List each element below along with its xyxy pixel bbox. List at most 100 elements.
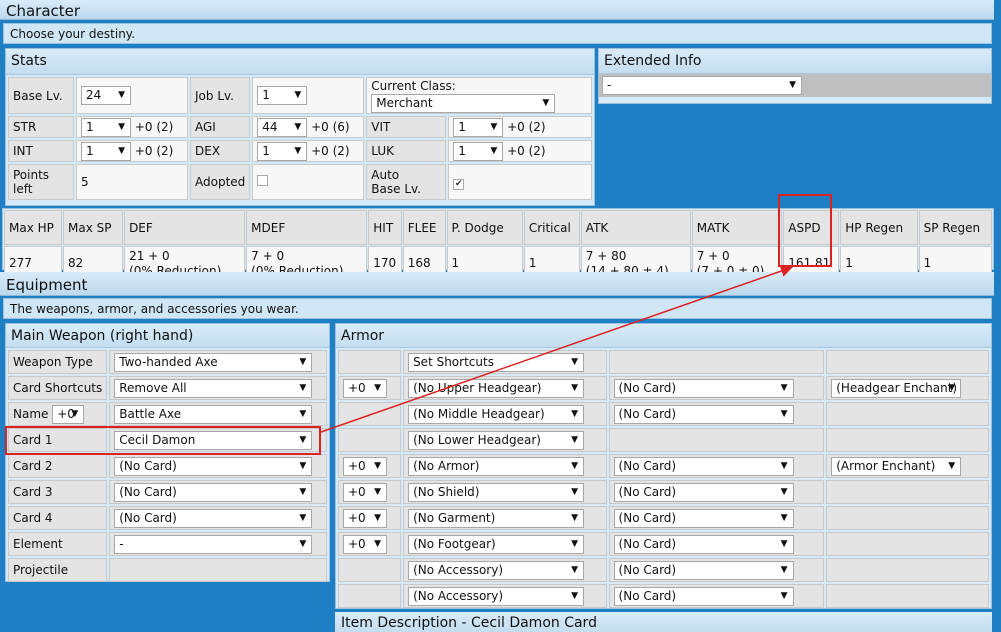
armor-item-select[interactable]: Set Shortcuts ▼ [408, 352, 585, 372]
weapon-row-element: Element - ▼ [8, 532, 327, 556]
chevron-down-icon: ▼ [571, 356, 579, 367]
base-lv-label: Base Lv. [8, 77, 74, 114]
equipment-header: Equipment [0, 272, 994, 296]
armor-enchant-select[interactable]: (Headgear Enchant) ▼ [831, 378, 962, 398]
armor-enchant-select[interactable]: (Armor Enchant) ▼ [831, 456, 962, 476]
chevron-down-icon: ▼ [789, 80, 796, 90]
luk-select[interactable]: 1 ▼ [453, 141, 504, 161]
character-subtitle: Choose your destiny. [3, 23, 992, 44]
job-lv-label: Job Lv. [190, 77, 251, 114]
armor-table: Set Shortcuts ▼ +0 ▼ (No Upper Headgear) ▼ (No… [336, 348, 991, 610]
weapon-row-card-4: Card 4 (No Card) ▼ [8, 506, 327, 530]
armor-item-select[interactable]: (No Lower Headgear) ▼ [408, 430, 585, 450]
chevron-down-icon: ▼ [571, 460, 579, 471]
armor-item-select[interactable]: (No Footgear) ▼ [408, 534, 585, 554]
chevron-down-icon: ▼ [374, 460, 381, 471]
weapon-label-weapon-type: Weapon Type [8, 350, 108, 374]
chevron-down-icon: ▼ [571, 382, 579, 393]
luk-bonus: +0 (2) [507, 143, 546, 158]
armor-card-select[interactable]: (No Card) ▼ [613, 404, 794, 424]
chevron-down-icon: ▼ [571, 538, 579, 549]
armor-item-select[interactable]: (No Middle Headgear) ▼ [408, 404, 585, 424]
armor-item-select[interactable]: (No Upper Headgear) ▼ [408, 378, 585, 398]
character-title: Character [6, 2, 81, 20]
armor-title: Armor [336, 324, 991, 348]
stats-title: Stats [6, 49, 594, 75]
derived-header-aspd: ASPD [783, 210, 840, 245]
armor-refine-select[interactable]: +0 ▼ [343, 508, 387, 528]
weapon-select-card-4[interactable]: (No Card) ▼ [114, 508, 313, 528]
armor-item-select[interactable]: (No Armor) ▼ [408, 456, 585, 476]
weapon-label-card-4: Card 4 [8, 506, 108, 530]
chevron-down-icon: ▼ [780, 460, 788, 471]
luk-label: LUK [366, 140, 447, 162]
armor-card-select[interactable]: (No Card) ▼ [613, 482, 794, 502]
chevron-down-icon: ▼ [571, 408, 579, 419]
armor-row: +0 ▼ (No Shield) ▼ (No Card) ▼ [338, 480, 989, 504]
int-select[interactable]: 1 ▼ [81, 141, 131, 161]
int-bonus: +0 (2) [134, 143, 174, 158]
weapon-row-card-3: Card 3 (No Card) ▼ [8, 480, 327, 504]
chevron-down-icon: ▼ [780, 590, 788, 601]
weapon-select-weapon-type[interactable]: Two-handed Axe ▼ [114, 352, 313, 372]
weapon-row-weapon-type: Weapon Type Two-handed Axe ▼ [8, 350, 327, 374]
adopted-checkbox[interactable] [257, 175, 269, 186]
derived-header-hp-regen: HP Regen [840, 210, 918, 245]
chevron-down-icon: ▼ [490, 145, 498, 156]
armor-item-select[interactable]: (No Accessory) ▼ [408, 586, 585, 606]
armor-card-select[interactable]: (No Card) ▼ [613, 560, 794, 580]
weapon-label-name: Name +0 ▼ [8, 402, 108, 426]
armor-card-select[interactable]: (No Card) ▼ [613, 378, 794, 398]
main-weapon-title: Main Weapon (right hand) [6, 324, 329, 348]
chevron-down-icon: ▼ [780, 382, 788, 393]
armor-item-select[interactable]: (No Shield) ▼ [408, 482, 585, 502]
chevron-down-icon: ▼ [374, 538, 381, 549]
armor-row: (No Accessory) ▼ (No Card) ▼ [338, 584, 989, 608]
armor-card-select[interactable]: (No Card) ▼ [613, 456, 794, 476]
auto-base-lv-checkbox[interactable]: ✔ [453, 178, 465, 190]
chevron-down-icon: ▼ [294, 90, 302, 100]
armor-panel: Armor Set Shortcuts ▼ +0 ▼ (No Upper Headgea… [335, 323, 992, 609]
armor-card-select[interactable]: (No Card) ▼ [613, 508, 794, 528]
chevron-down-icon: ▼ [299, 382, 307, 393]
armor-refine-select[interactable]: +0 ▼ [343, 378, 387, 398]
agi-select[interactable]: 44 ▼ [257, 117, 308, 137]
armor-item-select[interactable]: (No Garment) ▼ [408, 508, 585, 528]
armor-row: (No Lower Headgear) ▼ [338, 428, 989, 452]
weapon-select-card-1[interactable]: Cecil Damon ▼ [114, 430, 313, 450]
armor-row: Set Shortcuts ▼ [338, 350, 989, 374]
armor-card-select[interactable]: (No Card) ▼ [613, 534, 794, 554]
dex-label: DEX [190, 140, 251, 162]
derived-header-sp-regen: SP Regen [918, 210, 992, 245]
chevron-down-icon: ▼ [542, 98, 550, 108]
weapon-select-name[interactable]: Battle Axe ▼ [114, 404, 313, 424]
job-lv-select[interactable]: 1 ▼ [257, 86, 308, 105]
armor-refine-select[interactable]: +0 ▼ [343, 456, 387, 476]
armor-row: (No Accessory) ▼ (No Card) ▼ [338, 558, 989, 582]
extended-info-select[interactable]: - ▼ [602, 76, 802, 95]
armor-refine-select[interactable]: +0 ▼ [343, 482, 387, 502]
chevron-down-icon: ▼ [118, 90, 125, 100]
weapon-select-card-2[interactable]: (No Card) ▼ [114, 456, 313, 476]
vit-select[interactable]: 1 ▼ [453, 117, 504, 137]
extended-info-title: Extended Info [599, 49, 991, 74]
dex-select[interactable]: 1 ▼ [257, 141, 308, 161]
str-select[interactable]: 1 ▼ [81, 117, 131, 137]
chevron-down-icon: ▼ [374, 486, 381, 497]
base-lv-select[interactable]: 24 ▼ [81, 86, 131, 105]
chevron-down-icon: ▼ [780, 512, 788, 523]
weapon-row-card-1: Card 1 Cecil Damon ▼ [8, 428, 327, 452]
armor-refine-select[interactable]: +0 ▼ [343, 534, 387, 554]
chevron-down-icon: ▼ [299, 486, 307, 497]
current-class-select[interactable]: Merchant ▼ [371, 94, 556, 113]
current-class-label: Current Class: [371, 79, 456, 93]
weapon-select-card-shortcuts[interactable]: Remove All ▼ [114, 378, 313, 398]
armor-row: +0 ▼ (No Footgear) ▼ (No Card) ▼ [338, 532, 989, 556]
armor-card-select[interactable]: (No Card) ▼ [613, 586, 794, 606]
weapon-select-card-3[interactable]: (No Card) ▼ [114, 482, 313, 502]
armor-row: +0 ▼ (No Upper Headgear) ▼ (No Card) ▼ (Headge… [338, 376, 989, 400]
armor-item-select[interactable]: (No Accessory) ▼ [408, 560, 585, 580]
armor-row: +0 ▼ (No Armor) ▼ (No Card) ▼ (Armor Enchant) ▼ [338, 454, 989, 478]
weapon-select-element[interactable]: - ▼ [114, 534, 313, 554]
weapon-refine-select[interactable]: +0 ▼ [52, 404, 85, 424]
